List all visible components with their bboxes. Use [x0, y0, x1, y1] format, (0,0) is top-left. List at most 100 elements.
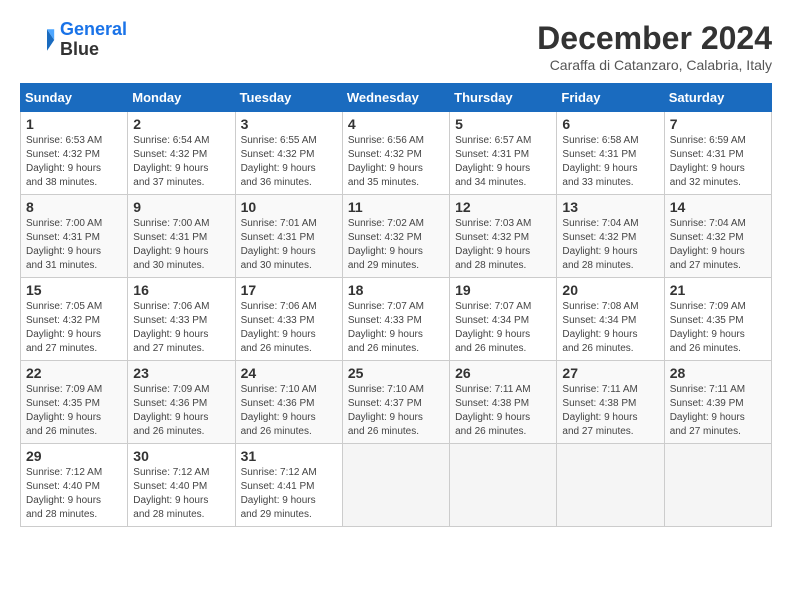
- header-cell-saturday: Saturday: [664, 84, 771, 112]
- day-number: 16: [133, 282, 229, 298]
- calendar-cell: 19Sunrise: 7:07 AM Sunset: 4:34 PM Dayli…: [450, 278, 557, 361]
- calendar-cell: 7 Sunrise: 6:59 AM Sunset: 4:31 PM Daylig…: [664, 112, 771, 195]
- day-info: Sunrise: 7:08 AM Sunset: 4:34 PM Dayligh…: [562, 300, 658, 356]
- day-number: 25: [348, 365, 444, 381]
- calendar-cell: 23Sunrise: 7:09 AM Sunset: 4:36 PM Dayli…: [128, 361, 235, 444]
- day-info: Sunrise: 7:07 AM Sunset: 4:33 PM Dayligh…: [348, 300, 444, 356]
- calendar-cell: 3Sunrise: 6:55 AM Sunset: 4:32 PM Daylig…: [235, 112, 342, 195]
- calendar-cell: 21 Sunrise: 7:09 AM Sunset: 4:35 PM Dayli…: [664, 278, 771, 361]
- day-number: 7: [670, 116, 766, 132]
- calendar-table: SundayMondayTuesdayWednesdayThursdayFrid…: [20, 83, 772, 527]
- day-number: 29: [26, 448, 122, 464]
- day-info: Sunrise: 7:05 AM Sunset: 4:32 PM Dayligh…: [26, 300, 122, 356]
- calendar-cell: 14 Sunrise: 7:04 AM Sunset: 4:32 PM Dayli…: [664, 195, 771, 278]
- day-info: Sunrise: 7:00 AM Sunset: 4:31 PM Dayligh…: [133, 217, 229, 273]
- header-cell-tuesday: Tuesday: [235, 84, 342, 112]
- calendar-cell: 1 Sunrise: 6:53 AM Sunset: 4:32 PM Daylig…: [21, 112, 128, 195]
- calendar-cell: 20 Sunrise: 7:08 AM Sunset: 4:34 PM Dayli…: [557, 278, 664, 361]
- calendar-cell: 10 Sunrise: 7:01 AM Sunset: 4:31 PM Dayli…: [235, 195, 342, 278]
- day-number: 22: [26, 365, 122, 381]
- day-info: Sunrise: 7:12 AM Sunset: 4:40 PM Dayligh…: [133, 466, 229, 522]
- day-info: Sunrise: 7:12 AM Sunset: 4:40 PM Dayligh…: [26, 466, 122, 522]
- day-info: Sunrise: 7:09 AM Sunset: 4:35 PM Dayligh…: [670, 300, 766, 356]
- calendar-cell: 16 Sunrise: 7:06 AM Sunset: 4:33 PM Dayli…: [128, 278, 235, 361]
- calendar-cell: 25Sunrise: 7:10 AM Sunset: 4:37 PM Dayli…: [342, 361, 449, 444]
- day-info: Sunrise: 6:54 AM Sunset: 4:32 PM Dayligh…: [133, 134, 229, 190]
- calendar-week-5: 29 Sunrise: 7:12 AM Sunset: 4:40 PM Dayli…: [21, 444, 772, 527]
- day-info: Sunrise: 7:02 AM Sunset: 4:32 PM Dayligh…: [348, 217, 444, 273]
- day-number: 30: [133, 448, 229, 464]
- calendar-subtitle: Caraffa di Catanzaro, Calabria, Italy: [537, 57, 772, 73]
- calendar-cell: 17 Sunrise: 7:06 AM Sunset: 4:33 PM Dayli…: [235, 278, 342, 361]
- calendar-body: 1 Sunrise: 6:53 AM Sunset: 4:32 PM Daylig…: [21, 112, 772, 527]
- day-number: 4: [348, 116, 444, 132]
- calendar-cell: 13 Sunrise: 7:04 AM Sunset: 4:32 PM Dayli…: [557, 195, 664, 278]
- day-number: 6: [562, 116, 658, 132]
- header-cell-thursday: Thursday: [450, 84, 557, 112]
- calendar-cell: 11 Sunrise: 7:02 AM Sunset: 4:32 PM Dayli…: [342, 195, 449, 278]
- calendar-cell: 22Sunrise: 7:09 AM Sunset: 4:35 PM Dayli…: [21, 361, 128, 444]
- calendar-cell: 18Sunrise: 7:07 AM Sunset: 4:33 PM Dayli…: [342, 278, 449, 361]
- day-number: 31: [241, 448, 337, 464]
- day-info: Sunrise: 7:03 AM Sunset: 4:32 PM Dayligh…: [455, 217, 551, 273]
- day-number: 10: [241, 199, 337, 215]
- day-number: 3: [241, 116, 337, 132]
- calendar-week-1: 1 Sunrise: 6:53 AM Sunset: 4:32 PM Daylig…: [21, 112, 772, 195]
- calendar-cell: 2 Sunrise: 6:54 AM Sunset: 4:32 PM Daylig…: [128, 112, 235, 195]
- calendar-header: SundayMondayTuesdayWednesdayThursdayFrid…: [21, 84, 772, 112]
- calendar-cell: [342, 444, 449, 527]
- day-number: 13: [562, 199, 658, 215]
- day-info: Sunrise: 6:59 AM Sunset: 4:31 PM Dayligh…: [670, 134, 766, 190]
- day-number: 14: [670, 199, 766, 215]
- header-cell-sunday: Sunday: [21, 84, 128, 112]
- day-number: 1: [26, 116, 122, 132]
- day-number: 28: [670, 365, 766, 381]
- page-container: General Blue December 2024 Caraffa di Ca…: [20, 20, 772, 527]
- calendar-cell: 15Sunrise: 7:05 AM Sunset: 4:32 PM Dayli…: [21, 278, 128, 361]
- header-cell-wednesday: Wednesday: [342, 84, 449, 112]
- day-info: Sunrise: 7:10 AM Sunset: 4:36 PM Dayligh…: [241, 383, 337, 439]
- day-info: Sunrise: 7:06 AM Sunset: 4:33 PM Dayligh…: [241, 300, 337, 356]
- calendar-cell: 4 Sunrise: 6:56 AM Sunset: 4:32 PM Daylig…: [342, 112, 449, 195]
- day-number: 5: [455, 116, 551, 132]
- calendar-cell: [664, 444, 771, 527]
- calendar-cell: 26 Sunrise: 7:11 AM Sunset: 4:38 PM Dayli…: [450, 361, 557, 444]
- day-info: Sunrise: 7:00 AM Sunset: 4:31 PM Dayligh…: [26, 217, 122, 273]
- day-number: 26: [455, 365, 551, 381]
- calendar-week-2: 8Sunrise: 7:00 AM Sunset: 4:31 PM Daylig…: [21, 195, 772, 278]
- calendar-cell: [557, 444, 664, 527]
- day-info: Sunrise: 7:04 AM Sunset: 4:32 PM Dayligh…: [670, 217, 766, 273]
- header-row: SundayMondayTuesdayWednesdayThursdayFrid…: [21, 84, 772, 112]
- day-info: Sunrise: 6:57 AM Sunset: 4:31 PM Dayligh…: [455, 134, 551, 190]
- day-number: 24: [241, 365, 337, 381]
- day-number: 11: [348, 199, 444, 215]
- day-info: Sunrise: 6:56 AM Sunset: 4:32 PM Dayligh…: [348, 134, 444, 190]
- calendar-week-3: 15Sunrise: 7:05 AM Sunset: 4:32 PM Dayli…: [21, 278, 772, 361]
- day-number: 20: [562, 282, 658, 298]
- day-number: 21: [670, 282, 766, 298]
- day-info: Sunrise: 7:01 AM Sunset: 4:31 PM Dayligh…: [241, 217, 337, 273]
- calendar-cell: 27Sunrise: 7:11 AM Sunset: 4:38 PM Dayli…: [557, 361, 664, 444]
- calendar-week-4: 22Sunrise: 7:09 AM Sunset: 4:35 PM Dayli…: [21, 361, 772, 444]
- logo-text: General Blue: [60, 20, 127, 60]
- day-number: 19: [455, 282, 551, 298]
- day-info: Sunrise: 7:04 AM Sunset: 4:32 PM Dayligh…: [562, 217, 658, 273]
- day-number: 17: [241, 282, 337, 298]
- title-section: December 2024 Caraffa di Catanzaro, Cala…: [537, 20, 772, 73]
- day-info: Sunrise: 7:12 AM Sunset: 4:41 PM Dayligh…: [241, 466, 337, 522]
- day-info: Sunrise: 6:58 AM Sunset: 4:31 PM Dayligh…: [562, 134, 658, 190]
- day-info: Sunrise: 7:11 AM Sunset: 4:39 PM Dayligh…: [670, 383, 766, 439]
- header: General Blue December 2024 Caraffa di Ca…: [20, 20, 772, 73]
- day-info: Sunrise: 7:11 AM Sunset: 4:38 PM Dayligh…: [455, 383, 551, 439]
- calendar-title: December 2024: [537, 20, 772, 57]
- calendar-cell: 30 Sunrise: 7:12 AM Sunset: 4:40 PM Dayli…: [128, 444, 235, 527]
- calendar-cell: 31 Sunrise: 7:12 AM Sunset: 4:41 PM Dayli…: [235, 444, 342, 527]
- header-cell-monday: Monday: [128, 84, 235, 112]
- logo: General Blue: [20, 20, 127, 60]
- day-info: Sunrise: 7:09 AM Sunset: 4:36 PM Dayligh…: [133, 383, 229, 439]
- calendar-cell: 8Sunrise: 7:00 AM Sunset: 4:31 PM Daylig…: [21, 195, 128, 278]
- day-number: 2: [133, 116, 229, 132]
- calendar-cell: 6 Sunrise: 6:58 AM Sunset: 4:31 PM Daylig…: [557, 112, 664, 195]
- day-info: Sunrise: 6:53 AM Sunset: 4:32 PM Dayligh…: [26, 134, 122, 190]
- day-info: Sunrise: 7:06 AM Sunset: 4:33 PM Dayligh…: [133, 300, 229, 356]
